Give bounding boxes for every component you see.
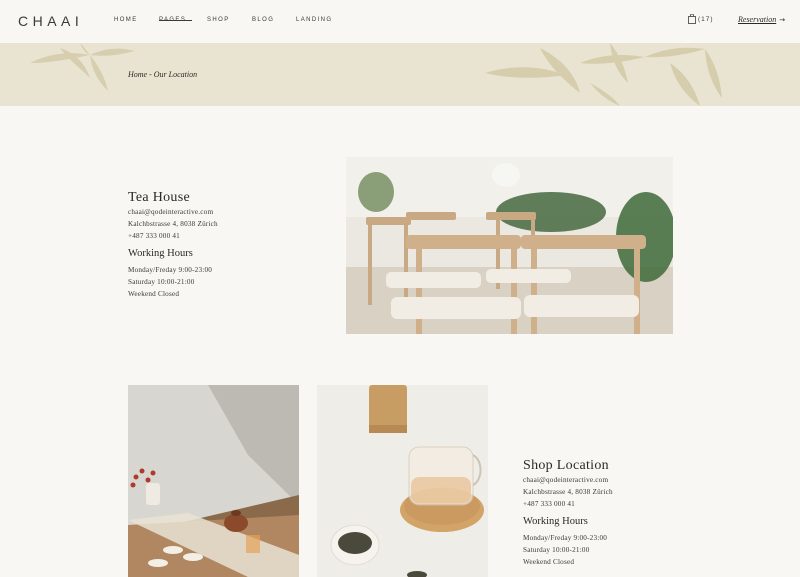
cart-button[interactable]: (17): [688, 14, 714, 24]
nav-pages[interactable]: PAGES: [159, 17, 192, 23]
working-hours-title: Working Hours: [128, 248, 193, 259]
location-email[interactable]: chaai@qodeinteractive.com: [523, 476, 608, 484]
cart-count: (17): [698, 15, 714, 23]
tea-ceremony-photo: [128, 385, 299, 577]
logo[interactable]: CHAAI: [18, 13, 83, 29]
hours-line: Monday/Freday 9:00-23:00: [128, 266, 213, 274]
reservation-label: Reservation: [738, 15, 777, 24]
reservation-link[interactable]: Reservation →: [738, 15, 785, 24]
nav-shop[interactable]: SHOP: [207, 17, 230, 23]
location-title: Shop Location: [523, 458, 609, 473]
location-address: Kalchbstrasse 4, 8038 Zürich: [523, 488, 613, 496]
working-hours-title: Working Hours: [523, 516, 588, 527]
location-phone[interactable]: +487 333 000 41: [128, 232, 180, 240]
active-indicator: [159, 20, 192, 21]
shopping-bag-icon: [688, 14, 696, 24]
nav-blog[interactable]: BLOG: [252, 17, 274, 23]
location-phone[interactable]: +487 333 000 41: [523, 500, 575, 508]
hours-line: Saturday 10:00-21:00: [128, 278, 195, 286]
arrow-right-icon: →: [779, 15, 786, 24]
site-header: CHAAI HOME PAGES SHOP BLOG LANDING (17) …: [0, 0, 800, 43]
location-title: Tea House: [128, 190, 190, 205]
nav-landing[interactable]: LANDING: [296, 17, 332, 23]
breadcrumb: Home - Our Location: [128, 70, 198, 79]
nav-home[interactable]: HOME: [114, 17, 138, 23]
hours-line: Saturday 10:00-21:00: [523, 546, 590, 554]
bamboo-leaves-right: [485, 43, 722, 106]
page-title-banner: Home - Our Location: [0, 43, 800, 106]
location-address: Kalchbstrasse 4, 8038 Zürich: [128, 220, 218, 228]
hours-line: Weekend Closed: [523, 558, 575, 566]
tea-glass-photo: [317, 385, 488, 577]
hours-line: Monday/Freday 9:00-23:00: [523, 534, 608, 542]
location-email[interactable]: chaai@qodeinteractive.com: [128, 208, 213, 216]
hours-line: Weekend Closed: [128, 290, 180, 298]
tea-house-photo: [346, 157, 673, 334]
